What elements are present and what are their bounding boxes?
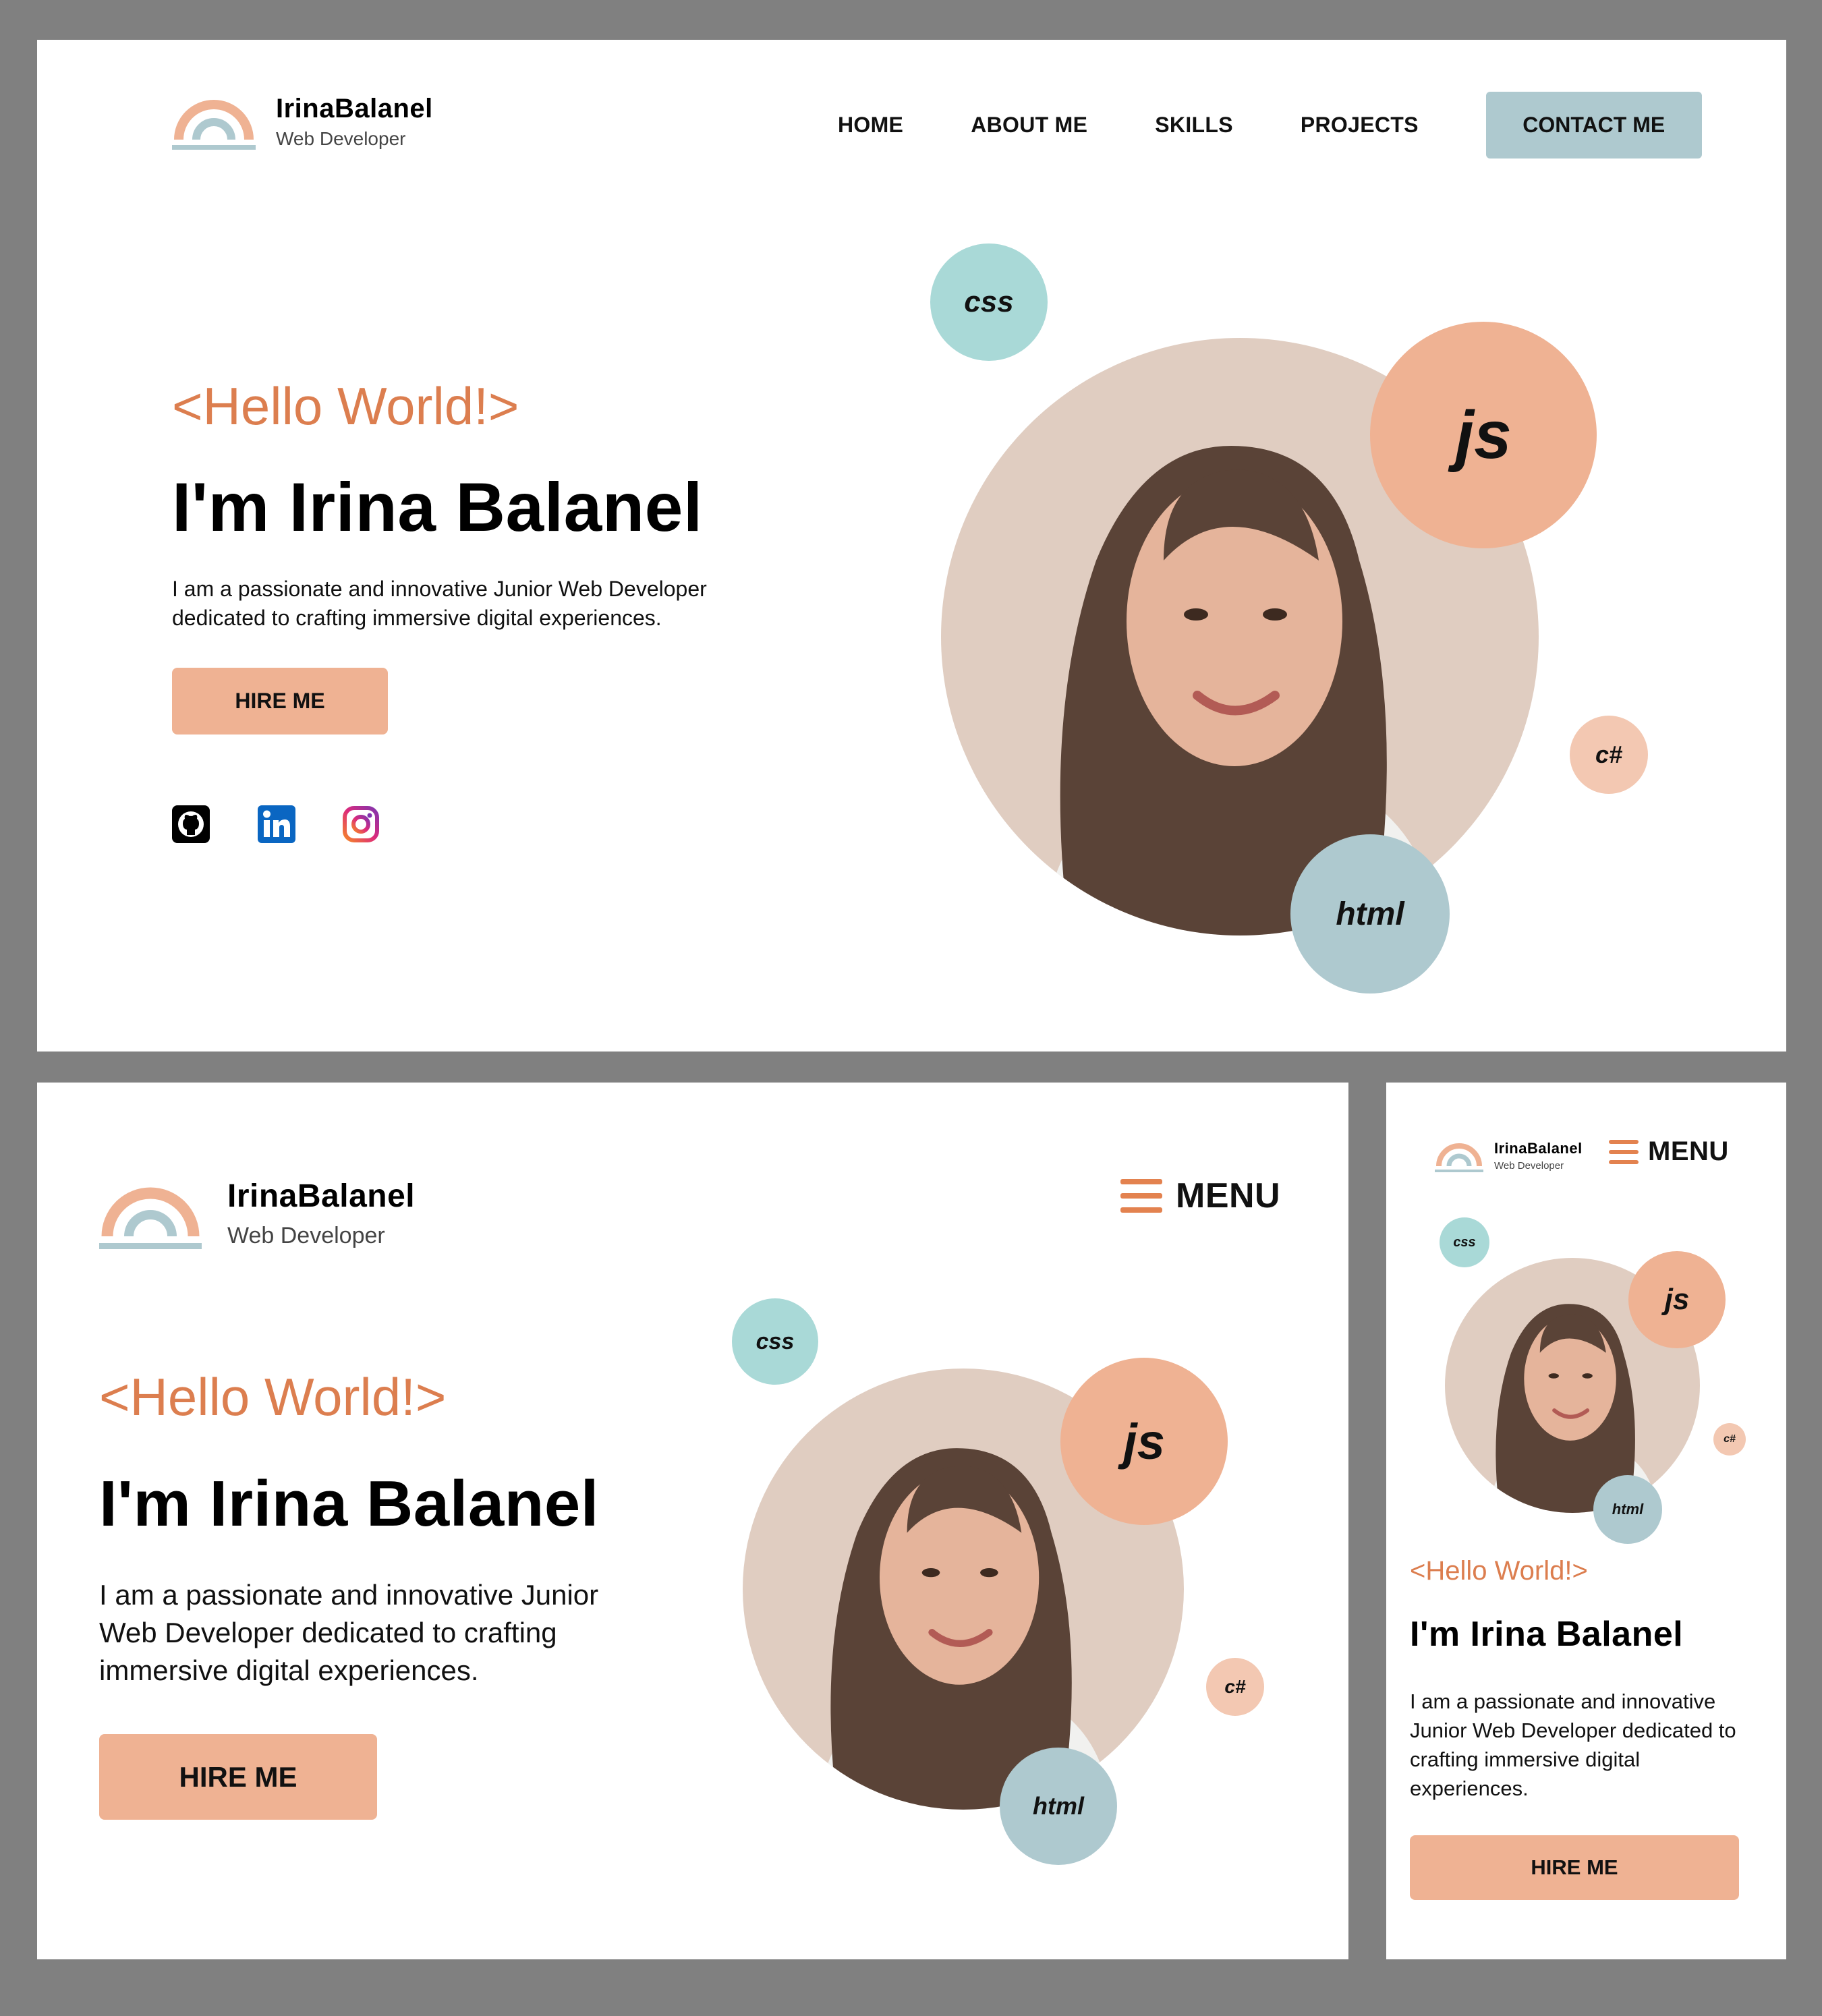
logo-icon — [99, 1187, 202, 1249]
skill-bubble-css: css — [1440, 1217, 1489, 1267]
hire-me-button[interactable]: HIRE ME — [99, 1734, 377, 1820]
github-icon[interactable] — [172, 805, 210, 843]
skill-bubble-css: css — [732, 1298, 818, 1385]
hero-title: I'm Irina Balanel — [1410, 1615, 1684, 1654]
nav-about-me[interactable]: ABOUT ME — [971, 113, 1087, 138]
hire-me-button[interactable]: HIRE ME — [1410, 1835, 1739, 1900]
skill-bubble-csharp: c# — [1570, 716, 1648, 794]
hello-world-heading: <Hello World!> — [99, 1367, 447, 1427]
linkedin-icon[interactable] — [258, 805, 295, 843]
brand-subtitle: Web Developer — [276, 127, 406, 149]
hire-me-button[interactable]: HIRE ME — [172, 668, 388, 735]
logo-icon — [1435, 1143, 1483, 1172]
hello-world-heading: <Hello World!> — [172, 376, 519, 436]
nav-home[interactable]: HOME — [838, 113, 903, 138]
mobile-frame: IrinaBalanel Web Developer MENU css js c… — [1386, 1083, 1786, 1959]
contact-me-button[interactable]: CONTACT ME — [1485, 92, 1702, 159]
tablet-frame: IrinaBalanel Web Developer MENU <Hello W… — [37, 1083, 1348, 1959]
skill-bubble-js: js — [1060, 1358, 1228, 1525]
brand-name: IrinaBalanel — [276, 93, 433, 123]
menu-toggle[interactable]: MENU — [1120, 1176, 1280, 1216]
menu-label: MENU — [1176, 1176, 1281, 1215]
skill-bubble-html: html — [1593, 1475, 1662, 1544]
hero-graphic: css js c# html — [928, 243, 1683, 1012]
desktop-frame: IrinaBalanel Web Developer HOME ABOUT ME… — [37, 40, 1786, 1052]
brand-subtitle: Web Developer — [1494, 1159, 1564, 1172]
nav-projects[interactable]: PROJECTS — [1301, 113, 1419, 138]
skill-bubble-html: html — [1290, 834, 1450, 993]
logo[interactable]: IrinaBalanel Web Developer — [1435, 1138, 1583, 1173]
instagram-icon[interactable] — [342, 805, 380, 843]
skill-bubble-js: js — [1628, 1251, 1726, 1348]
hero-description: I am a passionate and innovative Junior … — [172, 577, 707, 630]
brand-name: IrinaBalanel — [227, 1178, 416, 1214]
hero-title: I'm Irina Balanel — [172, 469, 703, 546]
logo-icon — [172, 100, 256, 150]
hello-world-heading: <Hello World!> — [1410, 1556, 1588, 1586]
hero-description: I am a passionate and innovative Junior … — [1410, 1690, 1736, 1800]
hamburger-icon — [1120, 1179, 1162, 1213]
hero-graphic: css js c# html — [1440, 1217, 1746, 1544]
main-nav: HOME ABOUT ME SKILLS PROJECTS CONTACT ME — [838, 92, 1702, 159]
hero-description: I am a passionate and innovative Junior … — [99, 1579, 599, 1686]
nav-skills[interactable]: SKILLS — [1155, 113, 1233, 138]
hero-graphic: css js c# html — [732, 1298, 1326, 1932]
skill-bubble-csharp: c# — [1713, 1423, 1746, 1456]
skill-bubble-css: css — [930, 243, 1048, 361]
menu-label: MENU — [1648, 1136, 1729, 1166]
hero-title: I'm Irina Balanel — [99, 1468, 599, 1540]
skill-bubble-csharp: c# — [1206, 1658, 1264, 1716]
skill-bubble-html: html — [1000, 1748, 1117, 1865]
hamburger-icon — [1609, 1139, 1639, 1164]
brand-subtitle: Web Developer — [227, 1223, 385, 1248]
logo[interactable]: IrinaBalanel Web Developer — [99, 1177, 415, 1250]
menu-toggle[interactable]: MENU — [1609, 1136, 1729, 1167]
logo[interactable]: IrinaBalanel Web Developer — [172, 91, 433, 152]
skill-bubble-js: js — [1370, 322, 1597, 548]
brand-name: IrinaBalanel — [1494, 1139, 1583, 1157]
